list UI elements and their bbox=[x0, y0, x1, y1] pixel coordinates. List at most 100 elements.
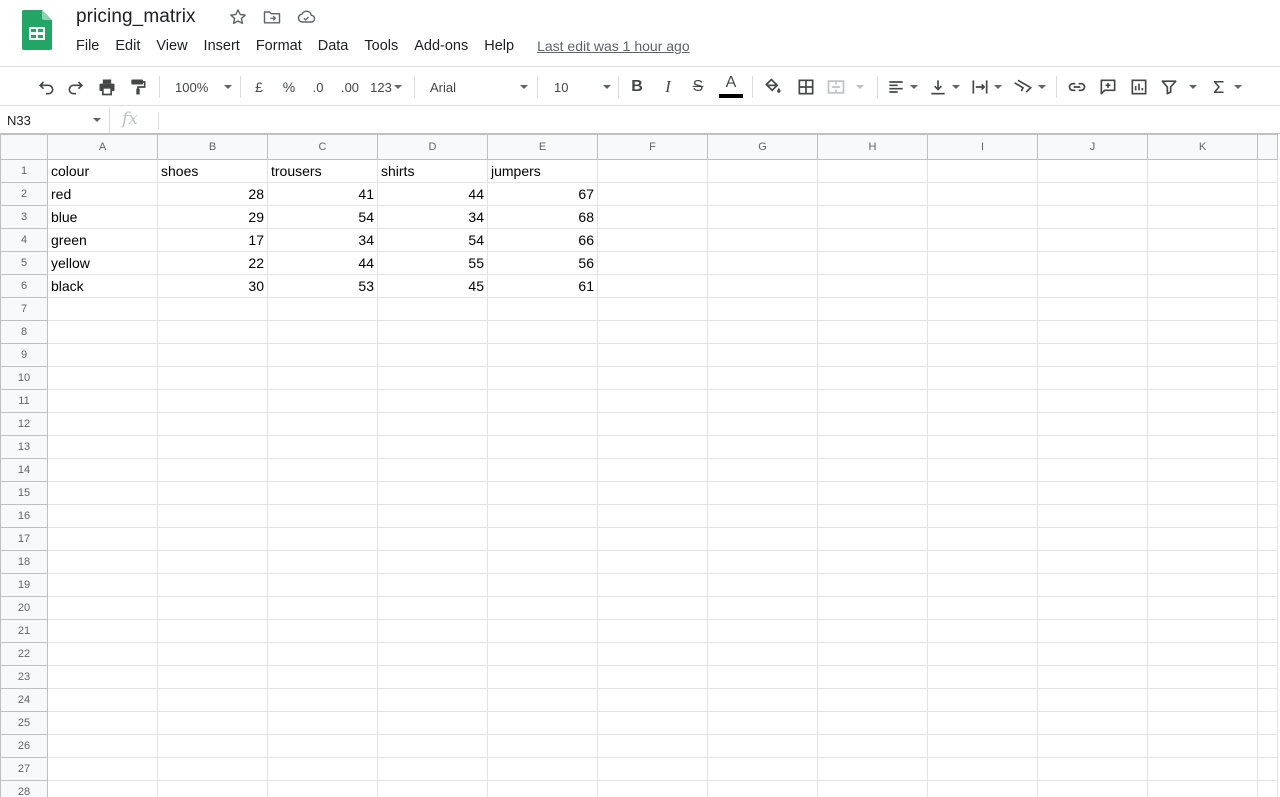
cell[interactable] bbox=[157, 343, 268, 367]
cell[interactable]: 45 bbox=[377, 274, 488, 298]
cell[interactable] bbox=[707, 343, 818, 367]
column-header-j[interactable]: J bbox=[1037, 134, 1148, 160]
cell[interactable]: 30 bbox=[157, 274, 268, 298]
bold-button[interactable]: B bbox=[627, 73, 647, 101]
menu-view[interactable]: View bbox=[156, 38, 187, 54]
cell[interactable] bbox=[47, 619, 158, 643]
cell[interactable]: 22 bbox=[157, 251, 268, 275]
sheets-logo-icon[interactable] bbox=[22, 10, 52, 50]
cell[interactable] bbox=[817, 757, 928, 781]
cell[interactable] bbox=[487, 780, 598, 797]
cell[interactable] bbox=[157, 780, 268, 797]
cell[interactable] bbox=[267, 458, 378, 482]
text-color-button[interactable]: A bbox=[718, 73, 744, 101]
cell[interactable] bbox=[267, 573, 378, 597]
cell[interactable] bbox=[487, 711, 598, 735]
cell[interactable] bbox=[1037, 527, 1148, 551]
row-header[interactable]: 4 bbox=[0, 228, 48, 252]
font-size-select[interactable]: 10 bbox=[547, 73, 611, 101]
cell[interactable] bbox=[707, 320, 818, 344]
cell[interactable] bbox=[927, 780, 1038, 797]
cell[interactable] bbox=[487, 366, 598, 390]
cell[interactable] bbox=[927, 481, 1038, 505]
cell[interactable] bbox=[597, 780, 708, 797]
cell[interactable]: 34 bbox=[377, 205, 488, 229]
cell[interactable] bbox=[377, 757, 488, 781]
cell[interactable] bbox=[47, 734, 158, 758]
cell[interactable] bbox=[817, 642, 928, 666]
cell[interactable]: black bbox=[47, 274, 158, 298]
cell[interactable] bbox=[1147, 343, 1258, 367]
font-family-select[interactable]: Arial bbox=[424, 73, 528, 101]
fill-color-icon[interactable] bbox=[761, 73, 785, 101]
cell[interactable] bbox=[1147, 274, 1258, 298]
cell[interactable] bbox=[1147, 435, 1258, 459]
cell[interactable] bbox=[487, 642, 598, 666]
cell[interactable]: 53 bbox=[267, 274, 378, 298]
cell[interactable] bbox=[267, 366, 378, 390]
row-header[interactable]: 5 bbox=[0, 251, 48, 275]
cell[interactable] bbox=[267, 665, 378, 689]
cell[interactable] bbox=[817, 711, 928, 735]
cell[interactable] bbox=[157, 458, 268, 482]
cell[interactable] bbox=[597, 504, 708, 528]
row-header[interactable]: 23 bbox=[0, 665, 48, 689]
cell[interactable] bbox=[1257, 665, 1278, 689]
cell[interactable] bbox=[927, 159, 1038, 183]
cell[interactable] bbox=[1257, 435, 1278, 459]
cell[interactable] bbox=[927, 665, 1038, 689]
cell[interactable] bbox=[927, 550, 1038, 574]
cell[interactable] bbox=[597, 389, 708, 413]
cell[interactable] bbox=[377, 320, 488, 344]
vertical-align-icon[interactable] bbox=[928, 73, 964, 101]
row-header[interactable]: 8 bbox=[0, 320, 48, 344]
cell[interactable] bbox=[47, 665, 158, 689]
insert-chart-icon[interactable] bbox=[1127, 73, 1151, 101]
column-header-i[interactable]: I bbox=[927, 134, 1038, 160]
cell[interactable] bbox=[487, 619, 598, 643]
cell[interactable] bbox=[707, 527, 818, 551]
cell[interactable] bbox=[1037, 274, 1148, 298]
cell[interactable] bbox=[267, 734, 378, 758]
cell[interactable] bbox=[487, 550, 598, 574]
cell[interactable] bbox=[1037, 734, 1148, 758]
cell[interactable] bbox=[1037, 481, 1148, 505]
cell[interactable] bbox=[597, 550, 708, 574]
cell[interactable] bbox=[927, 458, 1038, 482]
cell[interactable] bbox=[817, 297, 928, 321]
cell[interactable] bbox=[927, 251, 1038, 275]
cell[interactable] bbox=[597, 573, 708, 597]
cell[interactable]: 66 bbox=[487, 228, 598, 252]
cell[interactable] bbox=[817, 481, 928, 505]
cell[interactable] bbox=[1257, 619, 1278, 643]
cell[interactable] bbox=[157, 504, 268, 528]
cell[interactable] bbox=[157, 573, 268, 597]
zoom-select[interactable]: 100% bbox=[170, 73, 233, 101]
cell[interactable] bbox=[47, 389, 158, 413]
cell[interactable] bbox=[1257, 389, 1278, 413]
cell[interactable] bbox=[1037, 251, 1148, 275]
cell[interactable] bbox=[157, 734, 268, 758]
cell[interactable] bbox=[817, 619, 928, 643]
cell[interactable] bbox=[267, 550, 378, 574]
functions-icon[interactable] bbox=[1210, 73, 1246, 101]
cloud-saved-icon[interactable] bbox=[296, 7, 316, 27]
cell[interactable] bbox=[817, 780, 928, 797]
cell[interactable] bbox=[267, 435, 378, 459]
cell[interactable] bbox=[927, 711, 1038, 735]
paint-format-icon[interactable] bbox=[126, 73, 150, 101]
cell[interactable] bbox=[597, 412, 708, 436]
cell[interactable] bbox=[377, 504, 488, 528]
cell[interactable] bbox=[487, 320, 598, 344]
cell[interactable] bbox=[597, 228, 708, 252]
cell[interactable] bbox=[817, 550, 928, 574]
cell[interactable] bbox=[377, 458, 488, 482]
row-header[interactable]: 16 bbox=[0, 504, 48, 528]
cell[interactable] bbox=[1037, 757, 1148, 781]
cell[interactable] bbox=[47, 435, 158, 459]
row-header[interactable]: 25 bbox=[0, 711, 48, 735]
row-header[interactable]: 18 bbox=[0, 550, 48, 574]
cell[interactable] bbox=[487, 389, 598, 413]
column-header-c[interactable]: C bbox=[267, 134, 378, 160]
cell[interactable] bbox=[817, 366, 928, 390]
